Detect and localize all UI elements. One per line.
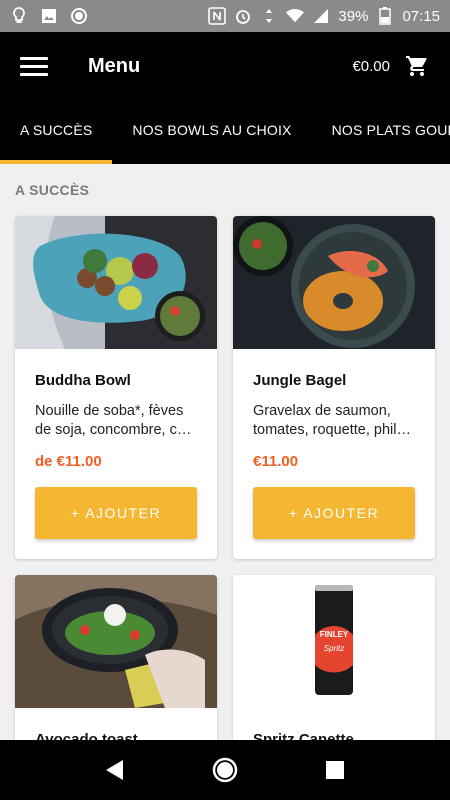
alarm-icon [234,7,252,25]
tab-a-succes[interactable]: A SUCCÈS [0,100,112,160]
buddha-bowl-image [15,216,217,349]
product-price: de €11.00 [35,453,102,470]
product-name: Buddha Bowl [35,372,131,389]
cart-total: €0.00 [352,57,390,75]
lightbulb-icon [10,7,28,25]
hamburger-menu-icon[interactable] [20,52,48,80]
can-flavor-text: Spritz [324,644,344,653]
status-bar: 39% 07:15 [0,0,450,32]
jungle-bagel-image [233,216,435,349]
recent-apps-icon[interactable] [315,750,355,790]
page-title: Menu [88,54,141,77]
product-card-jungle-bagel[interactable]: Jungle Bagel Gravelax de saumon, tomates… [233,216,435,559]
clock: 07:15 [402,7,440,25]
tab-nos-bowls-au-choix[interactable]: NOS BOWLS AU CHOIX [112,100,311,160]
product-description: Nouille de soba*, fèves de soja, concomb… [35,403,192,438]
add-to-cart-button[interactable]: + AJOUTER [35,487,197,539]
spritz-can-image: FINLEY Spritz [233,575,435,708]
battery-icon [376,7,394,25]
category-tabs: A SUCCÈS NOS BOWLS AU CHOIX NOS PLATS GO… [0,100,450,164]
data-arrows-icon [260,7,278,25]
add-to-cart-button[interactable]: + AJOUTER [253,487,415,539]
signal-icon [312,7,330,25]
record-icon [70,7,88,25]
back-icon[interactable] [95,750,135,790]
wifi-icon [286,7,305,25]
system-nav-bar [0,740,450,800]
shopping-cart-icon[interactable] [404,53,430,79]
section-title: A SUCCÈS [15,182,90,198]
tab-indicator [0,160,112,164]
image-icon [40,7,58,25]
product-price: €11.00 [253,453,299,470]
home-icon[interactable] [205,750,245,790]
product-description: Gravelax de saumon, tomates, roquette, p… [253,403,411,438]
can-brand-text: FINLEY [320,630,349,639]
nfc-icon [208,7,227,25]
product-card-buddha-bowl[interactable]: Buddha Bowl Nouille de soba*, fèves de s… [15,216,217,559]
product-name: Jungle Bagel [253,372,347,389]
tab-nos-plats-gourmands[interactable]: NOS PLATS GOURMANDS [312,100,450,160]
avocado-toast-image [15,575,217,708]
battery-percent: 39% [338,7,369,25]
app-bar: Menu €0.00 [0,32,450,100]
